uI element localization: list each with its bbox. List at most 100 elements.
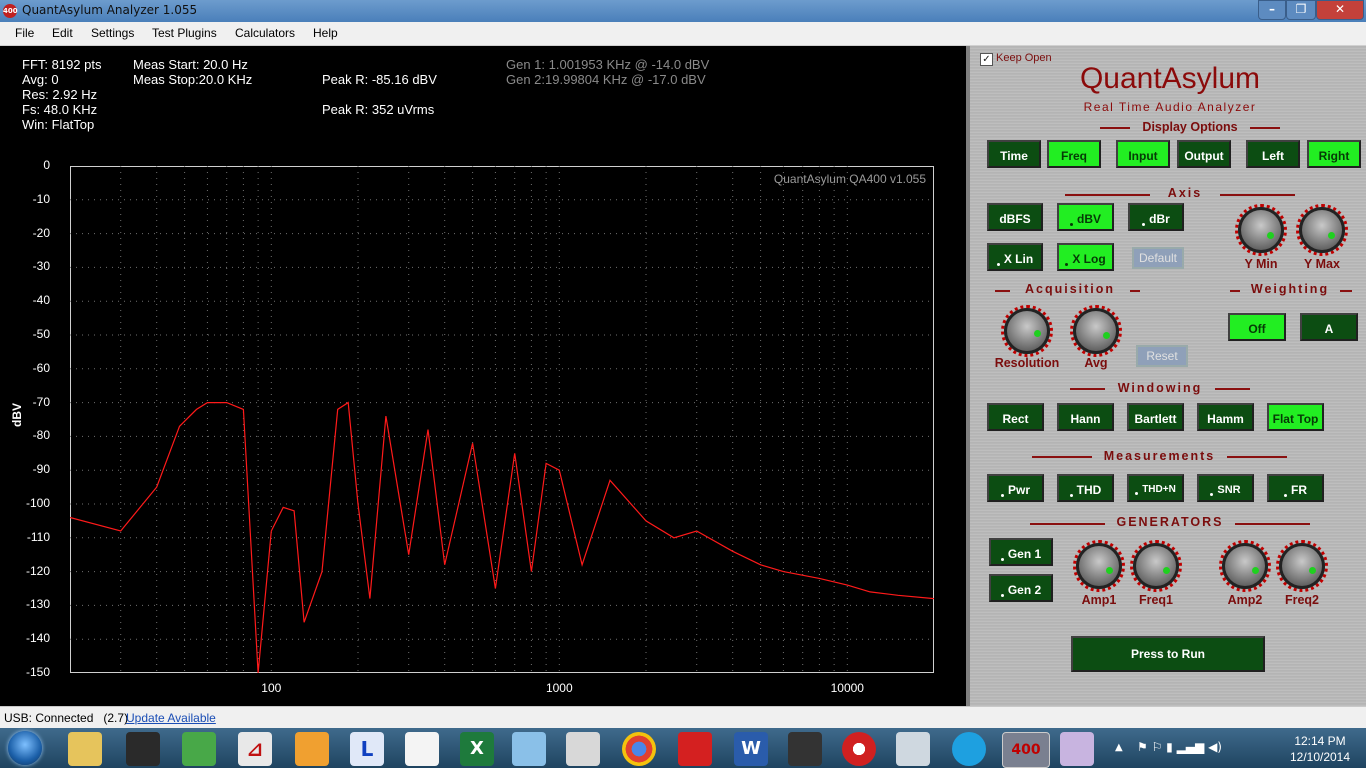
- divider: [1070, 388, 1105, 390]
- hann-button[interactable]: Hann: [1057, 403, 1114, 431]
- update-available-link[interactable]: Update Available: [126, 711, 216, 725]
- gen1-label: Gen 1: [1007, 547, 1042, 561]
- avg-knob[interactable]: [1070, 305, 1122, 357]
- knob-indicator: [1328, 232, 1335, 239]
- audacity-icon[interactable]: [295, 732, 329, 766]
- gen2-button[interactable]: Gen 2: [989, 574, 1053, 602]
- start-button[interactable]: [8, 731, 42, 765]
- input-button[interactable]: Input: [1116, 140, 1170, 168]
- freq2-knob[interactable]: [1276, 540, 1328, 592]
- y-max-label: Y Max: [1304, 257, 1340, 271]
- acrobat-icon[interactable]: [678, 732, 712, 766]
- dbr-button[interactable]: dBr: [1128, 203, 1184, 231]
- gen2-info: Gen 2:19.99804 KHz @ -17.0 dBV: [506, 72, 706, 87]
- menu-edit[interactable]: Edit: [52, 26, 73, 40]
- system-tray-icons[interactable]: ⚑ ⚐ ▮ ▂▄▆ ◀): [1137, 740, 1257, 756]
- clock-time[interactable]: 12:14 PM: [1280, 734, 1360, 748]
- press-to-run-button[interactable]: Press to Run: [1071, 636, 1265, 672]
- meas-start: Meas Start: 20.0 Hz: [133, 57, 248, 72]
- app-icon: 400: [3, 4, 18, 18]
- knob-indicator: [1252, 567, 1259, 574]
- y-tick-label: -20: [32, 225, 50, 240]
- x-tick-label: 100: [261, 681, 282, 695]
- thd-n-button[interactable]: THD+N: [1127, 474, 1184, 502]
- amp2-knob[interactable]: [1219, 540, 1271, 592]
- tray-expand-icon[interactable]: ▲: [1115, 742, 1123, 753]
- x-lin-button[interactable]: X Lin: [987, 243, 1043, 271]
- y-tick-label: -130: [25, 597, 50, 612]
- menu-file[interactable]: File: [15, 26, 34, 40]
- flat-top-button[interactable]: Flat Top: [1267, 403, 1324, 431]
- y-axis-label: dBV: [10, 403, 24, 427]
- default-button[interactable]: Default: [1132, 247, 1184, 269]
- gimp-icon[interactable]: [896, 732, 930, 766]
- dbfs-button[interactable]: dBFS: [987, 203, 1043, 231]
- right-button[interactable]: Right: [1307, 140, 1361, 168]
- time-button[interactable]: Time: [987, 140, 1041, 168]
- y-tick-label: -140: [25, 631, 50, 646]
- dbv-button[interactable]: dBV: [1057, 203, 1114, 231]
- word-icon[interactable]: W: [734, 732, 768, 766]
- hamm-button[interactable]: Hamm: [1197, 403, 1254, 431]
- x-lin-label: X Lin: [1003, 252, 1034, 266]
- weighting-a-button[interactable]: A: [1300, 313, 1358, 341]
- camera-app-icon[interactable]: [842, 732, 876, 766]
- rect-button[interactable]: Rect: [987, 403, 1044, 431]
- snr-button[interactable]: SNR: [1197, 474, 1254, 502]
- meter-app-icon[interactable]: [126, 732, 160, 766]
- freq1-label: Freq1: [1138, 593, 1174, 607]
- resolution-knob[interactable]: [1001, 305, 1053, 357]
- plot-app-icon[interactable]: L: [350, 732, 384, 766]
- section-measurements: Measurements: [1103, 449, 1216, 463]
- skype-icon[interactable]: [952, 732, 986, 766]
- divider: [1250, 127, 1280, 129]
- thd-label: THD: [1076, 483, 1102, 497]
- window-title: QuantAsylum Analyzer 1.055: [22, 3, 198, 17]
- maximize-button[interactable]: ❐: [1286, 0, 1316, 20]
- y-min-knob[interactable]: [1235, 204, 1287, 256]
- section-weighting: Weighting: [1250, 282, 1330, 296]
- calculator-icon[interactable]: [566, 732, 600, 766]
- menu-settings[interactable]: Settings: [91, 26, 134, 40]
- gen1-button[interactable]: Gen 1: [989, 538, 1053, 566]
- clock-date[interactable]: 12/10/2014: [1280, 750, 1360, 764]
- divider: [1030, 523, 1105, 525]
- y-tick-label: -80: [32, 428, 50, 443]
- freq-button[interactable]: Freq: [1047, 140, 1101, 168]
- output-button[interactable]: Output: [1177, 140, 1231, 168]
- freq2-label: Freq2: [1284, 593, 1320, 607]
- meas-range: Meas Start: 20.0 Hz Meas Stop:20.0 KHz: [133, 57, 252, 87]
- thd-button[interactable]: THD: [1057, 474, 1114, 502]
- inkscape-icon[interactable]: [405, 732, 439, 766]
- close-button[interactable]: ✕: [1316, 0, 1364, 20]
- menu-calculators[interactable]: Calculators: [235, 26, 295, 40]
- minimize-button[interactable]: –: [1258, 0, 1286, 20]
- spectrum-chart[interactable]: QuantAsylum QA400 v1.055: [70, 166, 934, 673]
- scope-app-icon[interactable]: [182, 732, 216, 766]
- left-button[interactable]: Left: [1246, 140, 1300, 168]
- weighting-off-button[interactable]: Off: [1228, 313, 1286, 341]
- chrome-icon[interactable]: [622, 732, 656, 766]
- bartlett-button[interactable]: Bartlett: [1127, 403, 1184, 431]
- fr-button[interactable]: FR: [1267, 474, 1324, 502]
- qa400-taskbar-icon[interactable]: 400: [1002, 732, 1050, 768]
- y-tick-label: -10: [32, 191, 50, 206]
- divider: [1220, 194, 1295, 196]
- y-max-knob[interactable]: [1296, 204, 1348, 256]
- paint-icon[interactable]: [1060, 732, 1094, 766]
- pwr-button[interactable]: Pwr: [987, 474, 1044, 502]
- gen2-label: Gen 2: [1007, 583, 1042, 597]
- menu-test-plugins[interactable]: Test Plugins: [152, 26, 217, 40]
- reset-button[interactable]: Reset: [1136, 345, 1188, 367]
- excel-icon[interactable]: X: [460, 732, 494, 766]
- indicator-dot: [1210, 493, 1214, 496]
- amp1-knob[interactable]: [1073, 540, 1125, 592]
- freq1-knob[interactable]: [1130, 540, 1182, 592]
- pcb-app-icon[interactable]: [788, 732, 822, 766]
- explorer-icon[interactable]: [68, 732, 102, 766]
- menu-help[interactable]: Help: [313, 26, 338, 40]
- lt-spice-icon[interactable]: ⊿: [238, 732, 272, 766]
- notepad-icon[interactable]: [512, 732, 546, 766]
- thd-n-label: THD+N: [1142, 484, 1176, 495]
- x-log-button[interactable]: X Log: [1057, 243, 1114, 271]
